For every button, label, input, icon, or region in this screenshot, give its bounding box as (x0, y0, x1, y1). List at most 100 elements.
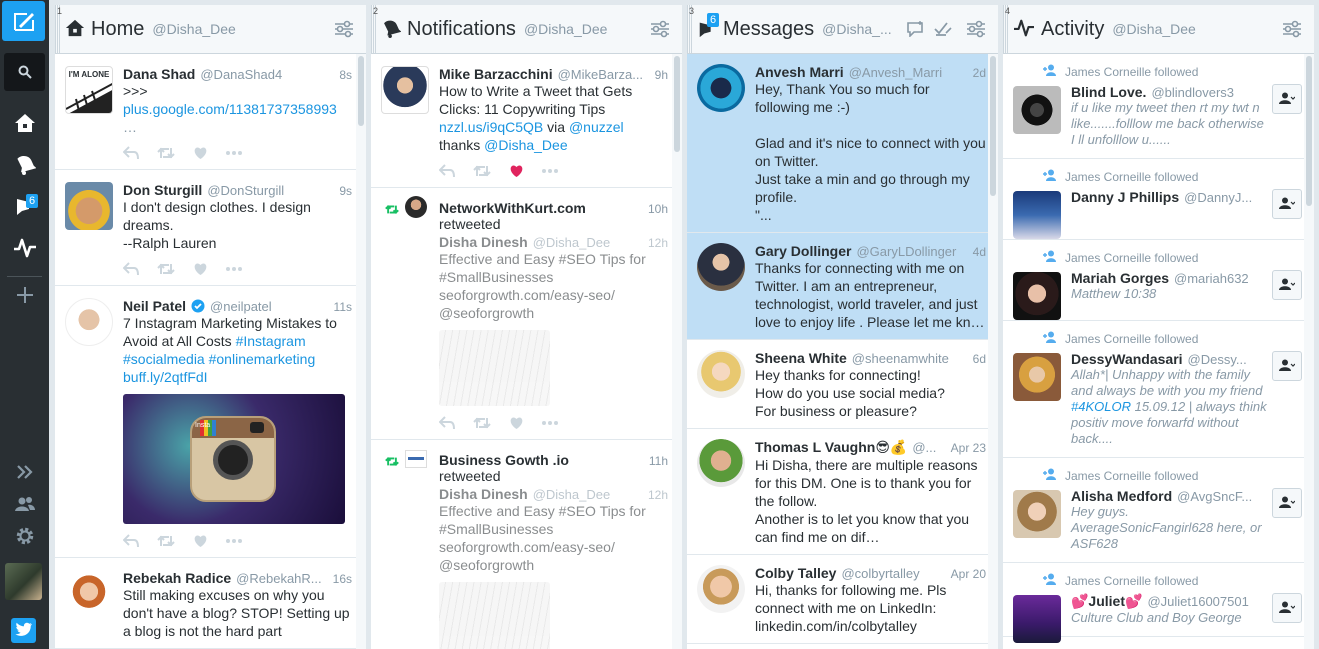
message-author-handle[interactable]: @... (912, 440, 944, 455)
retweet-icon[interactable] (157, 262, 175, 276)
tweet-time[interactable]: 12h (648, 236, 668, 250)
follow-button[interactable] (1272, 270, 1302, 300)
followed-user-handle[interactable]: @blindlovers3 (1151, 85, 1268, 100)
notification-time[interactable]: 11h (649, 454, 668, 468)
scrollbar-thumb[interactable] (358, 56, 364, 126)
add-column-button[interactable] (0, 274, 49, 316)
nav-messages[interactable]: 6 (0, 185, 49, 227)
search-button[interactable] (4, 53, 45, 91)
hashtag[interactable]: #socialmedia (123, 351, 205, 367)
tweet-author-name[interactable]: Mike Barzacchini (439, 66, 553, 82)
message-author-handle[interactable]: @GaryLDollinger (856, 244, 966, 259)
tweet-time[interactable]: 9s (339, 184, 352, 198)
follow-activity[interactable]: James Corneille followed Blind Love. @bli… (1003, 54, 1314, 159)
message-author-handle[interactable]: @colbyrtalley (841, 566, 944, 581)
new-message-icon[interactable] (906, 21, 924, 40)
more-icon[interactable] (226, 267, 242, 271)
column-header-activity[interactable]: Activity @Disha_Dee (1003, 5, 1314, 54)
retweeter-name[interactable]: NetworkWithKurt.com (439, 200, 586, 216)
tweet-author-handle[interactable]: @DonSturgill (207, 183, 333, 198)
tweet-time[interactable]: 12h (648, 488, 668, 502)
activity-description[interactable]: James Corneille followed (1065, 574, 1198, 588)
retweeter-name[interactable]: Business Gowth .io (439, 452, 569, 468)
scrollbar-thumb[interactable] (1306, 56, 1312, 206)
avatar[interactable] (1013, 86, 1061, 134)
followed-user-handle[interactable]: @Juliet16007501 (1147, 594, 1268, 609)
tweet-time[interactable]: 16s (333, 572, 352, 586)
retweet-notification[interactable]: NetworkWithKurt.com 10h retweeted Disha D… (371, 188, 682, 440)
tweet-author-handle[interactable]: @Disha_Dee (533, 235, 642, 250)
profile-avatar[interactable] (5, 563, 42, 600)
reply-icon[interactable] (439, 416, 455, 430)
avatar[interactable] (697, 439, 745, 487)
scrollbar[interactable] (356, 54, 366, 649)
column-feed[interactable]: I'M ALONE Dana Shad @DanaShad4 8s >>> plus.… (55, 54, 366, 649)
avatar[interactable] (65, 298, 113, 346)
activity-description[interactable]: James Corneille followed (1065, 170, 1198, 184)
message-author-name[interactable]: Anvesh Marri (755, 64, 844, 80)
reply-icon[interactable] (439, 164, 455, 178)
hashtag[interactable]: #4KOLOR (1071, 399, 1131, 414)
more-icon[interactable] (226, 151, 242, 155)
avatar[interactable] (697, 350, 745, 398)
avatar[interactable] (381, 66, 429, 114)
follow-button[interactable] (1272, 189, 1302, 219)
tweet-author-name[interactable]: Dana Shad (123, 66, 195, 82)
liked-heart-icon[interactable] (509, 164, 524, 178)
hashtag[interactable]: #onlinemarketing (209, 351, 316, 367)
scrollbar[interactable] (988, 54, 998, 649)
follow-activity[interactable]: James Corneille followed 💕Juliet💕 @Juliet… (1003, 563, 1314, 643)
message-thread[interactable]: Anvesh Marri @Anvesh_Marri 2d Hey, Thank Y… (687, 54, 998, 233)
tweet-author-name[interactable]: Disha Dinesh (439, 486, 528, 502)
message-author-name[interactable]: Thomas L Vaughn😎💰 (755, 439, 907, 456)
scrollbar-thumb[interactable] (990, 56, 996, 196)
avatar[interactable] (405, 196, 427, 218)
message-author-name[interactable]: Gary Dollinger (755, 243, 851, 259)
twitter-bird-button[interactable] (11, 618, 36, 643)
tweet-media-image[interactable] (439, 330, 550, 406)
tweet[interactable]: I'M ALONE Dana Shad @DanaShad4 8s >>> plus.… (55, 54, 366, 170)
message-author-name[interactable]: Sheena White (755, 350, 847, 366)
mark-read-icon[interactable] (934, 21, 952, 40)
tweet[interactable]: Mike Barzacchini @MikeBarza... 9h How to W… (371, 54, 682, 188)
retweet-icon[interactable] (157, 146, 175, 160)
tweet-time[interactable]: 9h (655, 68, 668, 82)
message-author-handle[interactable]: @sheenamwhite (852, 351, 967, 366)
column-settings-icon[interactable] (1282, 20, 1302, 41)
scrollbar-thumb[interactable] (674, 56, 680, 152)
reply-icon[interactable] (123, 534, 139, 548)
avatar[interactable] (697, 64, 745, 112)
followed-user-name[interactable]: Blind Love. (1071, 84, 1146, 100)
followed-user-handle[interactable]: @AvgSncF... (1177, 489, 1268, 504)
message-thread[interactable]: Gary Dollinger @GaryLDollinger 4d Thanks f… (687, 233, 998, 340)
retweet-icon[interactable] (473, 164, 491, 178)
tweet-time[interactable]: 11s (334, 300, 352, 314)
tweet[interactable]: Rebekah Radice @RebekahR... 16s Still maki… (55, 558, 366, 649)
tweet-author-handle[interactable]: @DanaShad4 (200, 67, 333, 82)
tweet-media-image[interactable]: Insta (123, 394, 345, 524)
more-icon[interactable] (226, 539, 242, 543)
avatar[interactable] (1013, 272, 1061, 320)
tweet-author-handle[interactable]: @MikeBarza... (558, 67, 649, 82)
follow-button[interactable] (1272, 488, 1302, 518)
more-icon[interactable] (542, 169, 558, 173)
followed-user-handle[interactable]: @Dessy... (1188, 352, 1268, 367)
column-feed[interactable]: Anvesh Marri @Anvesh_Marri 2d Hey, Thank Y… (687, 54, 998, 649)
column-settings-icon[interactable] (650, 20, 670, 41)
follow-activity[interactable]: James Corneille followed Danny J Phillip… (1003, 159, 1314, 240)
column-settings-icon[interactable] (334, 20, 354, 41)
followed-user-name[interactable]: Alisha Medford (1071, 488, 1172, 504)
notification-time[interactable]: 10h (648, 202, 668, 216)
avatar[interactable] (1013, 595, 1061, 643)
tweet-link[interactable]: nzzl.us/i9qC5QB (439, 119, 543, 135)
followed-user-name[interactable]: DessyWandasari (1071, 351, 1183, 367)
tweet-time[interactable]: 8s (339, 68, 352, 82)
follow-button[interactable] (1272, 84, 1302, 114)
avatar[interactable] (65, 182, 113, 230)
avatar[interactable] (405, 450, 427, 468)
avatar[interactable] (65, 570, 113, 618)
reply-icon[interactable] (123, 146, 139, 160)
tweet-media-image[interactable] (439, 582, 550, 649)
like-icon[interactable] (193, 534, 208, 548)
tweet-author-name[interactable]: Don Sturgill (123, 182, 202, 198)
